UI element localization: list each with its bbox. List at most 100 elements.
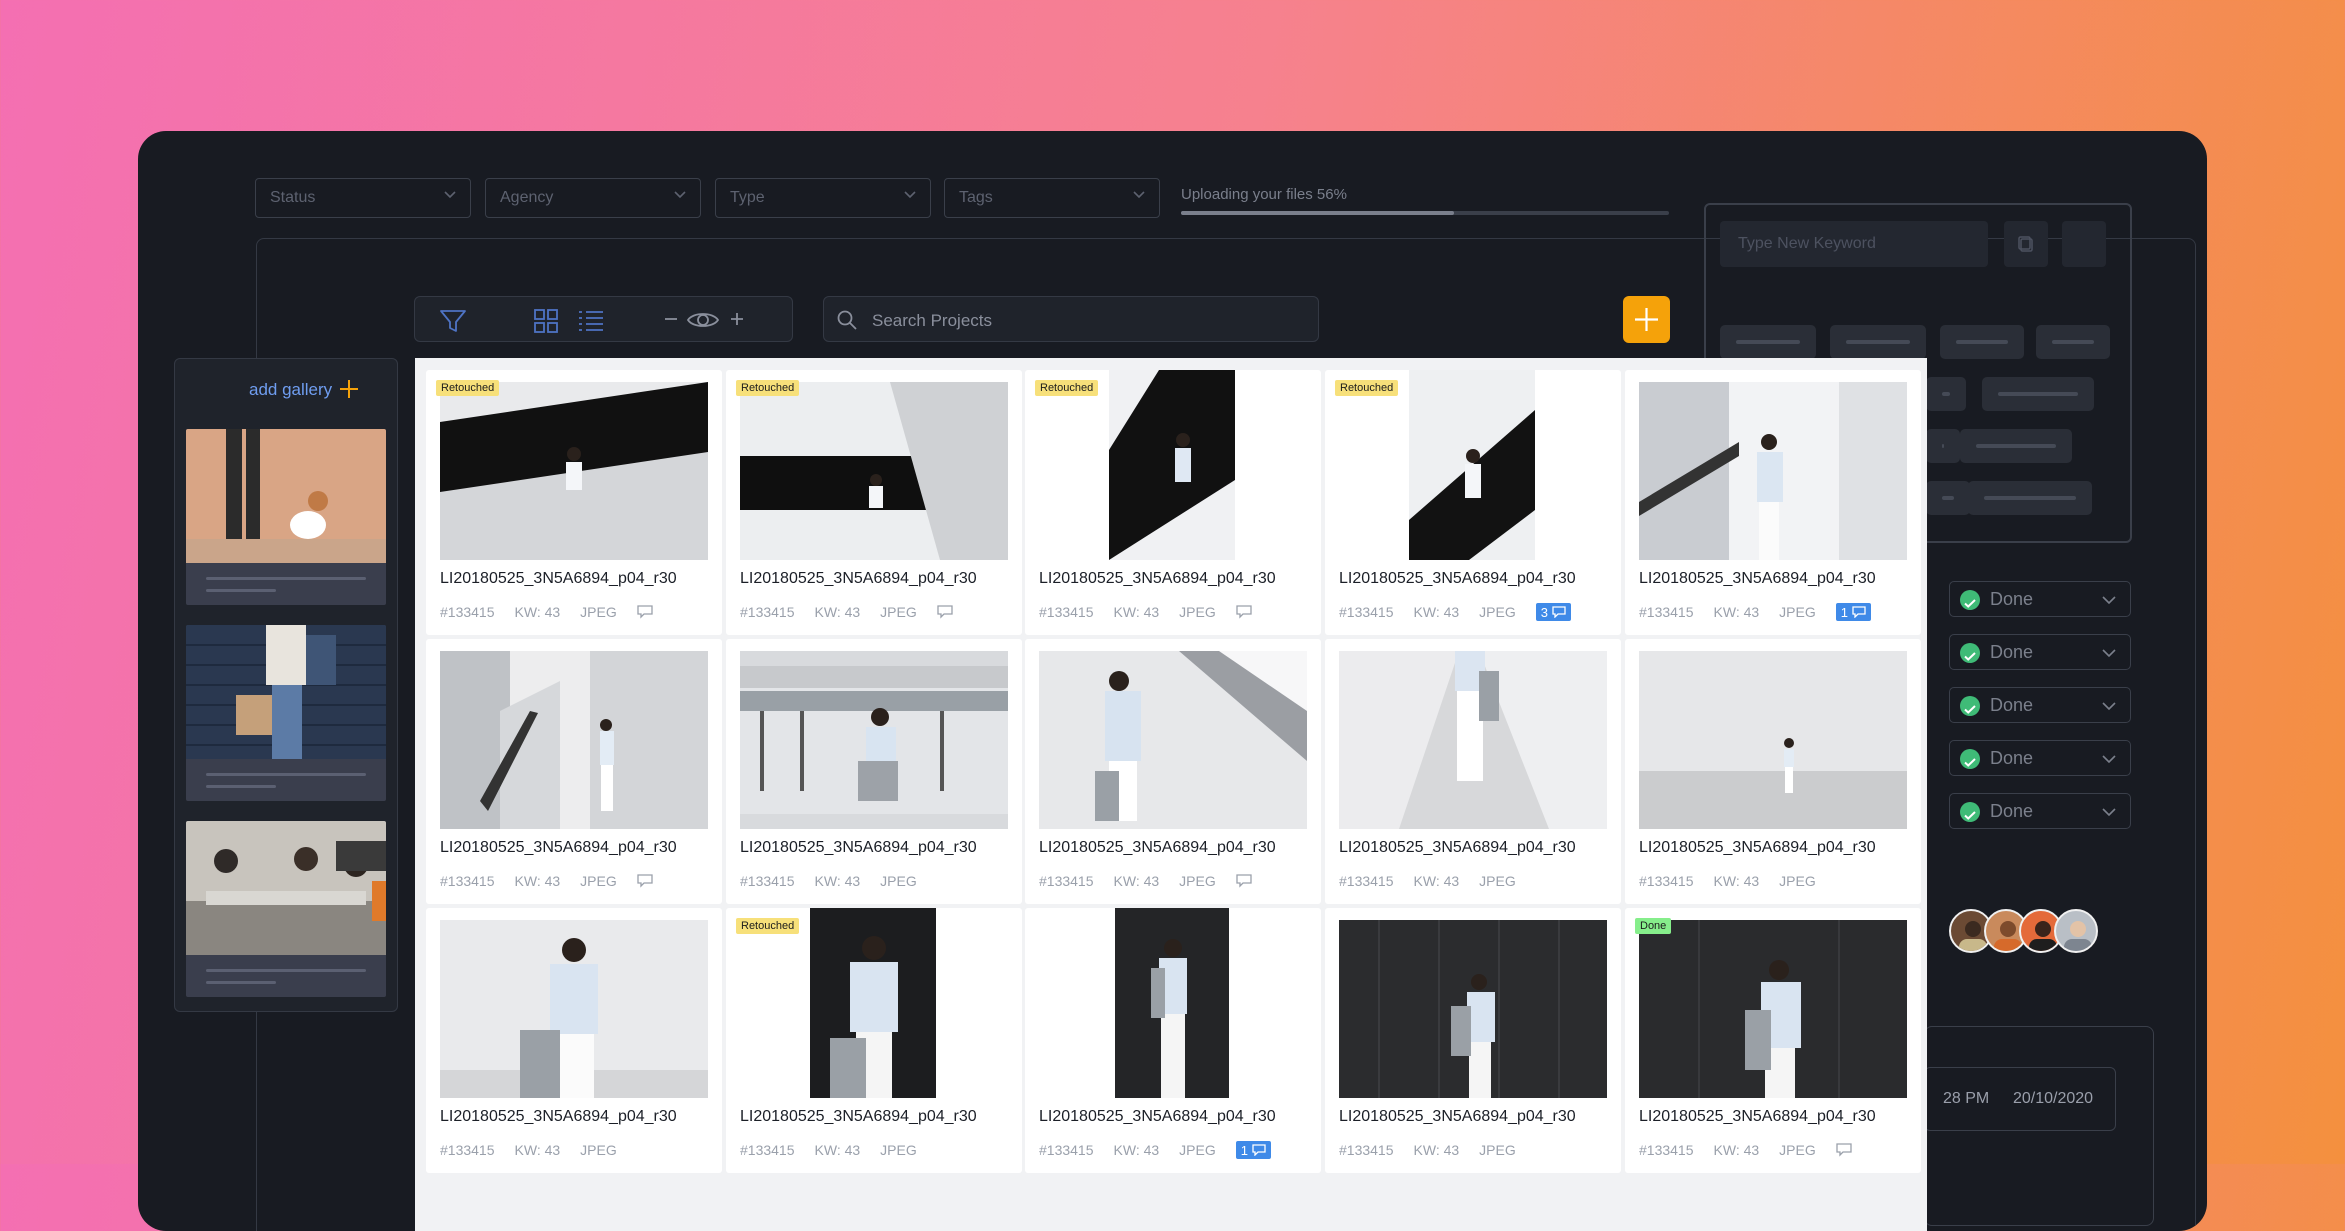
asset-thumbnail[interactable]	[440, 920, 708, 1098]
asset-format: JPEG	[1179, 604, 1216, 620]
status-dropdown[interactable]: Done	[1949, 687, 2131, 723]
asset-thumbnail[interactable]	[1039, 651, 1307, 829]
asset-thumbnail[interactable]	[1409, 370, 1535, 560]
status-dropdown[interactable]: Done	[1949, 634, 2131, 670]
asset-card[interactable]: LI20180525_3N5A6894_p04_r30 #133415 KW: 43…	[1025, 908, 1321, 1173]
keyword-tag[interactable]	[1968, 481, 2092, 515]
status-filter[interactable]: Status	[255, 178, 471, 218]
asset-thumbnail[interactable]	[1115, 908, 1229, 1098]
comment-icon[interactable]	[637, 605, 653, 619]
asset-thumbnail[interactable]	[1109, 370, 1235, 560]
asset-filename: LI20180525_3N5A6894_p04_r30	[740, 570, 977, 587]
add-project-button[interactable]	[1623, 296, 1670, 343]
comment-icon	[1552, 606, 1566, 618]
asset-card[interactable]: Retouched LI20180525_3N5A6894_p04_r30 #133…	[426, 370, 722, 635]
agency-filter[interactable]: Agency	[485, 178, 701, 218]
status-dropdown[interactable]: Done	[1949, 581, 2131, 617]
keyword-tag[interactable]	[1926, 481, 1970, 515]
keyword-tag[interactable]	[1830, 325, 1926, 359]
comment-count-badge[interactable]: 3	[1535, 603, 1571, 621]
asset-id: #133415	[1639, 1142, 1694, 1158]
asset-card[interactable]: LI20180525_3N5A6894_p04_r30 #133415 KW: 43…	[426, 639, 722, 904]
filter-icon[interactable]	[439, 308, 467, 334]
eye-icon[interactable]	[686, 308, 720, 332]
asset-filename: LI20180525_3N5A6894_p04_r30	[1639, 1108, 1876, 1125]
search-icon	[837, 310, 857, 330]
asset-thumbnail[interactable]	[1639, 920, 1907, 1098]
search-bar[interactable]: Search Projects	[823, 296, 1319, 342]
keyword-tag[interactable]	[1982, 377, 2094, 411]
asset-thumbnail[interactable]	[1339, 651, 1607, 829]
asset-thumbnail[interactable]	[440, 651, 708, 829]
keyword-input[interactable]: Type New Keyword	[1720, 221, 1988, 267]
list-view-icon[interactable]	[577, 308, 605, 334]
asset-card[interactable]: Done LI20180525_3N5A6894_p04_r30 #133415 KW…	[1625, 908, 1921, 1173]
asset-thumbnail[interactable]	[740, 382, 1008, 560]
asset-kw: KW: 43	[1413, 604, 1460, 620]
asset-thumbnail[interactable]	[440, 382, 708, 560]
comment-count-badge[interactable]: 1	[1235, 1141, 1271, 1159]
type-filter[interactable]: Type	[715, 178, 931, 218]
gallery-card[interactable]	[186, 625, 386, 801]
asset-card[interactable]: LI20180525_3N5A6894_p04_r30 #133415 KW: 43…	[1025, 639, 1321, 904]
tags-filter[interactable]: Tags	[944, 178, 1160, 218]
chevron-down-icon	[674, 191, 686, 199]
asset-meta: #133415 KW: 43 JPEG 1	[1039, 1141, 1271, 1159]
keyword-action-button[interactable]	[2062, 221, 2106, 267]
keyword-tag[interactable]	[1940, 325, 2024, 359]
asset-card[interactable]: LI20180525_3N5A6894_p04_r30 #133415 KW: 43…	[1625, 370, 1921, 635]
comment-icon[interactable]	[1836, 1143, 1852, 1157]
asset-thumbnail[interactable]	[810, 908, 936, 1098]
asset-filename: LI20180525_3N5A6894_p04_r30	[440, 1108, 677, 1125]
comment-icon[interactable]	[937, 605, 953, 619]
asset-card[interactable]: Retouched LI20180525_3N5A6894_p04_r30 #133…	[726, 908, 1022, 1173]
asset-thumbnail[interactable]	[1639, 382, 1907, 560]
comment-icon[interactable]	[1236, 605, 1252, 619]
keyword-tag[interactable]	[1926, 429, 1960, 463]
avatar[interactable]	[2054, 909, 2098, 953]
retouched-badge: Retouched	[736, 918, 800, 934]
add-gallery-link[interactable]: add gallery	[249, 380, 332, 400]
gallery-card[interactable]	[186, 429, 386, 605]
asset-card[interactable]: Retouched LI20180525_3N5A6894_p04_r30 #133…	[1325, 370, 1621, 635]
asset-card[interactable]: LI20180525_3N5A6894_p04_r30 #133415 KW: 43…	[1325, 908, 1621, 1173]
comment-icon[interactable]	[637, 874, 653, 888]
view-toolbar	[414, 296, 793, 342]
asset-card[interactable]: LI20180525_3N5A6894_p04_r30 #133415 KW: 43…	[426, 908, 722, 1173]
asset-card[interactable]: Retouched LI20180525_3N5A6894_p04_r30 #133…	[1025, 370, 1321, 635]
datetime-field[interactable]: 28 PM 20/10/2020	[1924, 1067, 2116, 1131]
date-value: 20/10/2020	[2013, 1090, 2094, 1107]
keyword-tag[interactable]	[1720, 325, 1816, 359]
status-dropdown[interactable]: Done	[1949, 793, 2131, 829]
plus-icon[interactable]	[339, 379, 359, 399]
keyword-tag[interactable]	[1926, 377, 1966, 411]
comment-icon[interactable]	[1236, 874, 1252, 888]
zoom-in-icon[interactable]	[729, 311, 745, 327]
asset-card[interactable]: Retouched LI20180525_3N5A6894_p04_r30 #133…	[726, 370, 1022, 635]
asset-card[interactable]: LI20180525_3N5A6894_p04_r30 #133415 KW: 43…	[1625, 639, 1921, 904]
asset-meta: #133415 KW: 43 JPEG 1	[1639, 603, 1871, 621]
search-input[interactable]: Search Projects	[872, 311, 992, 331]
status-dropdown[interactable]: Done	[1949, 740, 2131, 776]
comment-count-badge[interactable]: 1	[1835, 603, 1871, 621]
keyword-tag[interactable]	[1960, 429, 2072, 463]
asset-card[interactable]: LI20180525_3N5A6894_p04_r30 #133415 KW: 43…	[1325, 639, 1621, 904]
chevron-down-icon	[2102, 596, 2116, 605]
asset-card[interactable]: LI20180525_3N5A6894_p04_r30 #133415 KW: 43…	[726, 639, 1022, 904]
grid-view-icon[interactable]	[533, 308, 559, 334]
zoom-out-icon[interactable]	[663, 311, 679, 327]
asset-thumbnail[interactable]	[740, 651, 1008, 829]
chevron-down-icon	[2102, 702, 2116, 711]
asset-id: #133415	[440, 1142, 495, 1158]
asset-kw: KW: 43	[1113, 873, 1160, 889]
asset-thumbnail[interactable]	[1639, 651, 1907, 829]
comment-count: 1	[1240, 1142, 1248, 1158]
asset-format: JPEG	[580, 873, 617, 889]
asset-thumbnail[interactable]	[1339, 920, 1607, 1098]
gallery-thumbnail	[186, 625, 386, 759]
retouched-badge: Retouched	[736, 380, 800, 396]
retouched-badge: Retouched	[1035, 380, 1099, 396]
keyword-tag[interactable]	[2036, 325, 2110, 359]
copy-button[interactable]	[2004, 221, 2048, 267]
gallery-card[interactable]	[186, 821, 386, 997]
